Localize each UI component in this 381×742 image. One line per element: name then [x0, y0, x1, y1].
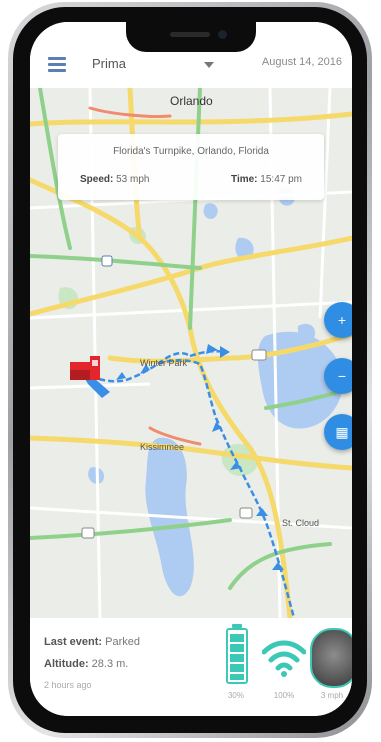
- battery-icon: [226, 624, 248, 684]
- altitude-row: Altitude: 28.3 m.: [44, 658, 129, 670]
- time-readout: Time: 15:47 pm: [231, 174, 302, 185]
- location-address: Florida's Turnpike, Orlando, Florida: [113, 146, 269, 157]
- front-camera: [218, 30, 227, 39]
- battery-level: [230, 634, 244, 680]
- device-dropdown[interactable]: Prima: [92, 52, 214, 76]
- calendar-button[interactable]: ▦: [324, 414, 352, 450]
- zoom-out-button[interactable]: −: [324, 358, 352, 394]
- device-dropdown-value: Prima: [92, 56, 126, 71]
- avatar-label: 3 mph: [320, 691, 344, 700]
- date-label: August 14, 2016: [261, 56, 342, 68]
- place-label: St. Cloud: [282, 518, 320, 528]
- wifi-label: 100%: [273, 691, 295, 700]
- road-shield: [251, 349, 267, 361]
- driver-avatar[interactable]: [310, 628, 352, 688]
- last-event-row: Last event: Parked: [44, 636, 140, 648]
- time-ago-label: 2 hours ago: [44, 680, 92, 690]
- location-info-card: Florida's Turnpike, Orlando, Florida Spe…: [58, 134, 324, 200]
- truck-icon: [70, 356, 100, 380]
- place-label: Kissimmee: [140, 442, 185, 452]
- menu-icon[interactable]: [48, 57, 66, 72]
- battery-label: 30%: [227, 691, 244, 700]
- app-screen: Prima August 14, 2016 Orlando Winter Par…: [30, 22, 352, 716]
- zoom-in-button[interactable]: +: [324, 302, 352, 338]
- speed-readout: Speed: 53 mph: [80, 174, 150, 185]
- speaker-grille: [170, 32, 210, 37]
- place-label: Winter Park: [140, 358, 188, 368]
- city-label: Orlando: [170, 94, 213, 108]
- status-panel: Last event: Parked Altitude: 28.3 m. 2 h…: [30, 618, 352, 716]
- calendar-icon: ▦: [335, 424, 349, 440]
- vehicle-marker[interactable]: [70, 356, 100, 384]
- phone-notch: [126, 22, 256, 52]
- chevron-down-icon: [204, 62, 214, 68]
- highway-road: [30, 111, 352, 127]
- map-view[interactable]: Orlando Winter Park Kissimmee St. Cloud …: [30, 88, 352, 618]
- wifi-icon: [262, 640, 306, 677]
